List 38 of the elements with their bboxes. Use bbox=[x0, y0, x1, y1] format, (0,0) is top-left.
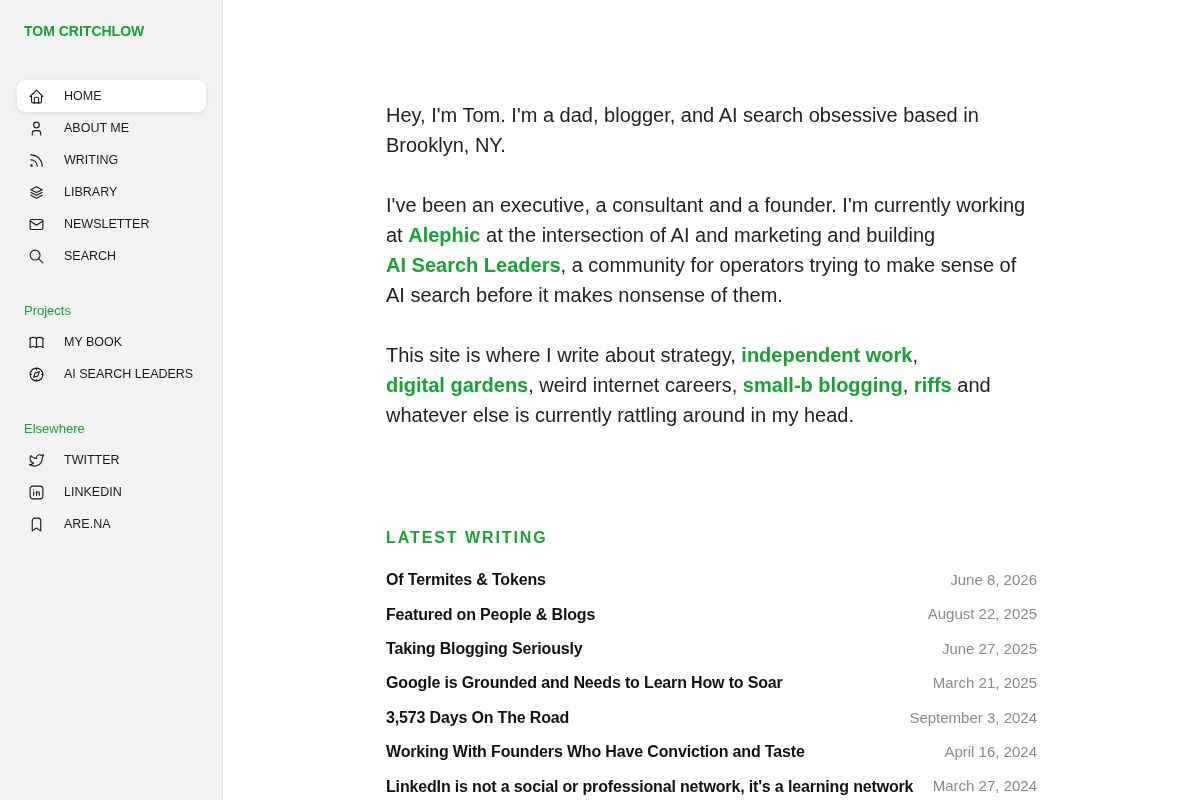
nav-link[interactable]: SEARCH bbox=[17, 240, 206, 272]
nav-link[interactable]: ARE.NA bbox=[17, 508, 206, 540]
nav-link[interactable]: NEWSLETTER bbox=[17, 208, 206, 240]
nav-link[interactable]: ABOUT ME bbox=[17, 112, 206, 144]
post-date: June 8, 2026 bbox=[950, 569, 1037, 590]
nav-link[interactable]: TWITTER bbox=[17, 444, 206, 476]
linkedin-icon bbox=[28, 483, 45, 501]
intro-paragraph: I've been an executive, a consultant and a founder. I'm currently working at Alephic at the intersection of AI and marketing and building AI Search Leaders, a community for operators trying to make sense of AI search before it makes nonsense of them. bbox=[386, 193, 1027, 308]
bird-icon bbox=[28, 451, 45, 469]
home-icon bbox=[28, 87, 45, 105]
nav-link[interactable]: LIBRARY bbox=[17, 176, 206, 208]
nav-link[interactable]: WRITING bbox=[17, 144, 206, 176]
post-date: April 16, 2024 bbox=[944, 741, 1037, 762]
intro-paragraph: This site is where I write about strategy, independent work, digital gardens, weird internet careers, small-b blogging, riffs and whatever else is currently rattling around in my head. bbox=[386, 343, 992, 428]
post-title-link[interactable]: Of Termites & Tokens bbox=[386, 568, 546, 593]
post-title-link[interactable]: Taking Blogging Seriously bbox=[386, 636, 583, 661]
post-date: June 27, 2025 bbox=[941, 638, 1037, 659]
intro-paragraph: Hey, I'm Tom. I'm a dad, blogger, and AI search obsessive based in Brooklyn, NY. bbox=[386, 103, 980, 158]
search-icon bbox=[28, 247, 45, 265]
post-title-link[interactable]: LinkedIn is not a social or professional network, it's a learning network bbox=[386, 774, 914, 799]
post-date: September 3, 2024 bbox=[909, 707, 1037, 728]
post-date: August 22, 2025 bbox=[927, 604, 1037, 625]
section-heading: Projects bbox=[24, 303, 71, 319]
nav-link[interactable]: MY BOOK bbox=[17, 326, 206, 358]
nav-link[interactable]: LINKEDIN bbox=[17, 476, 206, 508]
post-date: March 27, 2024 bbox=[932, 776, 1037, 797]
section-heading: LATEST WRITING bbox=[386, 528, 548, 548]
layers-icon bbox=[28, 183, 45, 201]
nav-link[interactable]: AI SEARCH LEADERS bbox=[17, 358, 206, 390]
post-title-link[interactable]: Featured on People & Blogs bbox=[386, 602, 596, 627]
post-title-link[interactable]: 3,573 Days On The Road bbox=[386, 705, 570, 730]
rss-icon bbox=[28, 151, 45, 169]
compass-icon bbox=[28, 365, 45, 383]
nav-link[interactable]: HOME bbox=[17, 80, 206, 112]
post-date: March 21, 2025 bbox=[932, 673, 1037, 694]
post-title-link[interactable]: Google is Grounded and Needs to Learn How to Soar bbox=[386, 671, 783, 696]
post-title-link[interactable]: Working With Founders Who Have Conviction and Taste bbox=[386, 740, 805, 765]
section-heading: Elsewhere bbox=[24, 421, 85, 437]
